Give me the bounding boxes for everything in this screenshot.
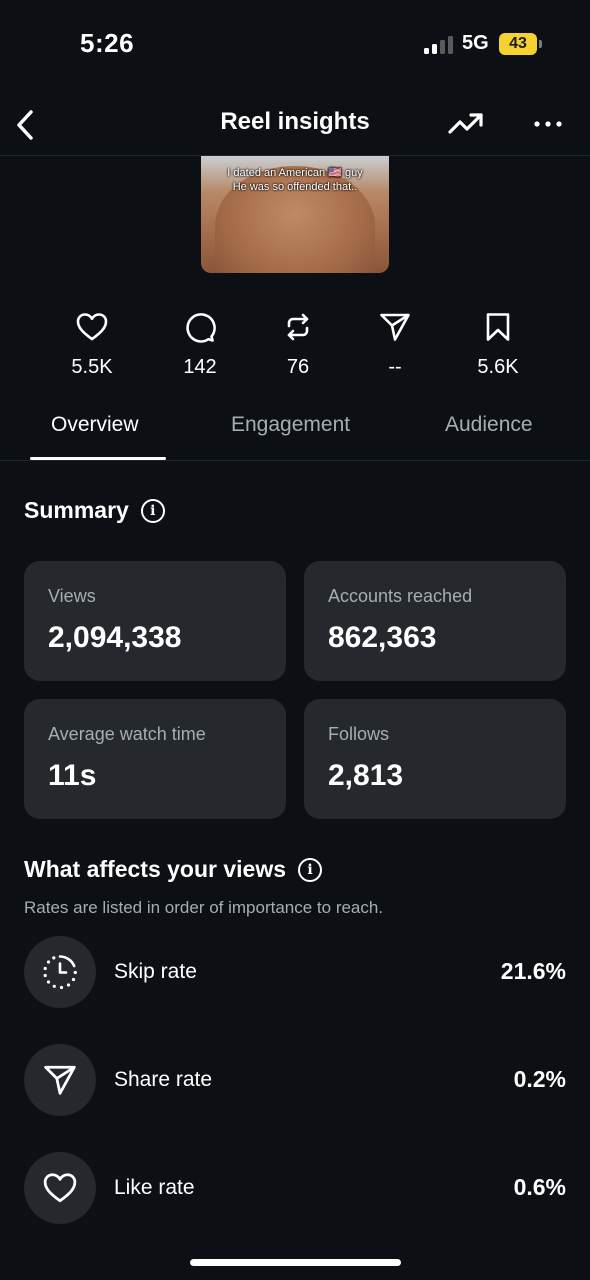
bookmark-icon	[486, 313, 510, 341]
nav-bar: Reel insights	[0, 95, 590, 155]
battery-icon: 43	[499, 33, 537, 55]
metric-like-rate[interactable]: Like rate 0.6%	[0, 1152, 590, 1224]
follows-card[interactable]: Follows 2,813	[304, 699, 566, 819]
accounts-reached-card[interactable]: Accounts reached 862,363	[304, 561, 566, 681]
stat-value: 76	[286, 356, 310, 378]
metric-skip-rate[interactable]: Skip rate 21.6%	[0, 936, 590, 1008]
metric-icon-circle	[24, 936, 96, 1008]
metric-label: Skip rate	[114, 960, 197, 983]
views-factors-subtitle: Rates are listed in order of importance …	[24, 898, 384, 917]
card-label: Accounts reached	[328, 586, 473, 606]
metric-label: Share rate	[114, 1068, 213, 1091]
card-value: 2,094,338	[48, 621, 182, 654]
home-indicator[interactable]	[190, 1259, 401, 1266]
metric-icon-circle	[24, 1152, 96, 1224]
more-horizontal-icon	[534, 121, 562, 127]
tab-audience[interactable]: Audience	[445, 413, 533, 437]
heart-icon	[43, 1173, 77, 1203]
metric-value: 0.2%	[513, 1066, 566, 1092]
stat-value: 142	[183, 356, 217, 378]
thumbnail-caption: I dated an American 🇺🇸 guy He was so off…	[201, 166, 389, 194]
send-icon	[44, 1065, 76, 1095]
stat-shares: --	[345, 310, 445, 379]
views-factors-title: What affects your views	[24, 856, 287, 882]
card-label: Views	[48, 586, 96, 606]
send-icon	[380, 313, 410, 341]
repost-icon	[287, 313, 309, 341]
trending-button[interactable]	[447, 107, 485, 141]
card-value: 11s	[48, 759, 97, 792]
card-label: Average watch time	[48, 724, 206, 744]
network-type: 5G	[462, 32, 489, 54]
engagement-stats: 5.5K 142 76 -- 5.6K	[0, 310, 590, 385]
comment-icon	[186, 313, 216, 343]
info-icon[interactable]: i	[140, 498, 165, 523]
views-factors-heading: What affects your views i	[24, 856, 323, 883]
stat-comments: 142	[150, 310, 250, 379]
status-time: 5:26	[80, 28, 135, 58]
info-icon[interactable]: i	[298, 857, 323, 882]
stat-likes: 5.5K	[42, 310, 142, 379]
average-watch-time-card[interactable]: Average watch time 11s	[24, 699, 286, 819]
divider	[0, 460, 590, 461]
card-value: 2,813	[328, 759, 404, 792]
heart-icon	[76, 313, 108, 341]
metric-share-rate[interactable]: Share rate 0.2%	[0, 1044, 590, 1116]
metric-label: Like rate	[114, 1176, 195, 1199]
stat-saves: 5.6K	[448, 310, 548, 379]
battery-nub	[539, 40, 542, 48]
metric-icon-circle	[24, 1044, 96, 1116]
metric-value: 21.6%	[500, 958, 566, 984]
reel-thumbnail[interactable]: I dated an American 🇺🇸 guy He was so off…	[201, 156, 389, 273]
trending-up-icon	[448, 113, 483, 134]
stat-value: 5.5K	[71, 356, 113, 378]
tab-engagement[interactable]: Engagement	[231, 413, 350, 437]
insights-tabs: Overview Engagement Audience	[0, 405, 590, 460]
card-label: Follows	[328, 724, 390, 744]
page-title: Reel insights	[220, 108, 370, 135]
tab-overview[interactable]: Overview	[51, 413, 139, 437]
summary-heading: Summary i	[24, 497, 165, 524]
stat-value: 5.6K	[477, 356, 519, 378]
caption-line-2: He was so offended that..	[232, 181, 358, 193]
views-card[interactable]: Views 2,094,338	[24, 561, 286, 681]
more-options-button[interactable]	[530, 107, 566, 141]
status-bar: 5:26 5G 43	[0, 0, 590, 90]
signal-icon	[424, 34, 454, 54]
summary-title: Summary	[24, 497, 129, 523]
metric-value: 0.6%	[513, 1174, 566, 1200]
stat-reposts: 76	[248, 310, 348, 379]
card-value: 862,363	[328, 621, 437, 654]
caption-line-1: I dated an American 🇺🇸 guy	[227, 167, 363, 179]
skip-timer-icon	[43, 955, 77, 990]
stat-value: --	[388, 356, 402, 378]
